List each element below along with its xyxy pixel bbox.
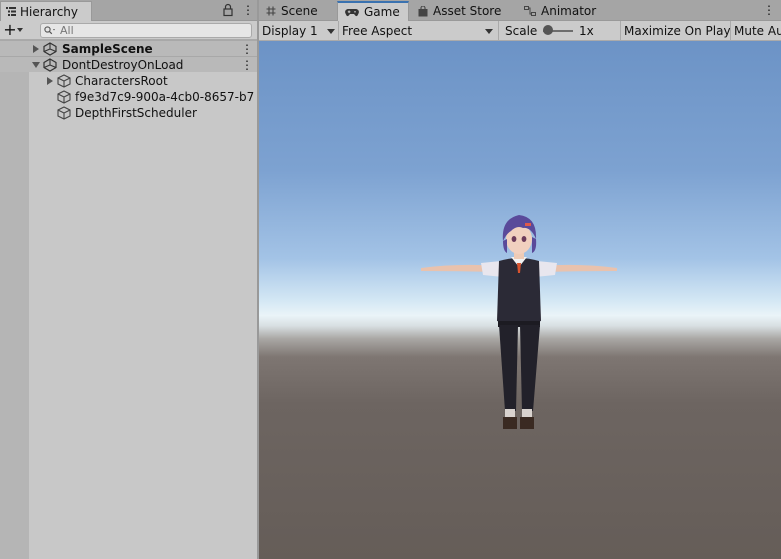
collapse-arrow-icon[interactable] (32, 62, 40, 68)
create-plus-icon[interactable]: + (3, 21, 17, 39)
gameobject-cube-icon (57, 74, 71, 88)
scene-row-samplescene[interactable]: SampleScene ⋮ (0, 40, 257, 56)
editor-tab-bar: Scene Game Asset Store Animator ⋮ (259, 0, 781, 21)
hierarchy-tree: SampleScene ⋮ DontDestroyOnLoad ⋮ Charac… (0, 40, 257, 559)
hierarchy-tab-bar: Hierarchy ⋮ (0, 0, 257, 21)
tab-scene[interactable]: Scene (259, 1, 337, 21)
scene-label: SampleScene (62, 41, 153, 56)
expand-arrow-icon[interactable] (33, 45, 39, 53)
chevron-down-icon (485, 29, 493, 34)
tab-hierarchy[interactable]: Hierarchy (0, 1, 92, 21)
unity-editor: Hierarchy ⋮ + All SampleScene ⋮ DontDest… (0, 0, 781, 559)
aspect-label: Free Aspect (342, 23, 413, 38)
maximize-label: Maximize On Play (624, 23, 731, 38)
tab-game-label: Game (364, 5, 400, 19)
gameobject-label: f9e3d7c9-900a-4cb0-8657-b7 (75, 90, 255, 104)
unity-scene-icon (43, 42, 57, 56)
gameobject-row-charactersroot[interactable]: CharactersRoot (0, 73, 257, 89)
scale-control: Scale 1x (499, 21, 621, 40)
left-leg (499, 325, 518, 411)
gameobject-label: CharactersRoot (75, 74, 168, 88)
hierarchy-list-icon (6, 7, 16, 16)
tab-game[interactable]: Game (337, 1, 409, 21)
game-panel-menu-icon[interactable]: ⋮ (763, 2, 775, 18)
game-view-toolbar: Display 1 Free Aspect Scale 1x Maximize … (259, 21, 781, 41)
right-eye (521, 236, 527, 242)
maximize-on-play-toggle[interactable]: Maximize On Play (621, 21, 731, 40)
scene-label: DontDestroyOnLoad (62, 57, 184, 72)
search-icon (44, 26, 55, 35)
gameobject-label: DepthFirstScheduler (75, 106, 197, 120)
hierarchy-toolbar: + (0, 21, 257, 40)
anime-character-tpose (421, 215, 617, 429)
left-eye (511, 236, 517, 242)
scene-menu-icon[interactable]: ⋮ (241, 41, 253, 57)
left-shoe (503, 417, 517, 429)
animator-icon (524, 6, 536, 16)
hash-icon (266, 6, 276, 16)
tab-animator-label: Animator (541, 4, 597, 18)
aspect-dropdown[interactable]: Free Aspect (339, 21, 499, 40)
mute-label: Mute Au (734, 23, 781, 38)
scene-menu-icon[interactable]: ⋮ (241, 57, 253, 73)
gamepad-icon (345, 8, 359, 16)
gameobject-row-guid[interactable]: f9e3d7c9-900a-4cb0-8657-b7 (0, 89, 257, 105)
gameobject-cube-icon (57, 90, 71, 104)
lock-icon[interactable] (223, 3, 233, 17)
hierarchy-menu-icon[interactable]: ⋮ (242, 2, 254, 18)
tab-hierarchy-label: Hierarchy (20, 4, 79, 19)
mute-audio-toggle[interactable]: Mute Au (731, 21, 781, 40)
display-label: Display 1 (262, 23, 318, 38)
hierarchy-search-field[interactable] (40, 23, 252, 38)
scene-row-dontdestroyonload[interactable]: DontDestroyOnLoad ⋮ (0, 56, 257, 72)
scale-slider-knob[interactable] (543, 25, 553, 35)
shopping-bag-icon (418, 5, 428, 16)
game-panel: Scene Game Asset Store Animator ⋮ Displa… (259, 0, 781, 559)
gameobject-row-depthfirstscheduler[interactable]: DepthFirstScheduler (0, 105, 257, 121)
search-input[interactable] (60, 24, 240, 37)
scale-value: 1x (579, 23, 594, 38)
tab-scene-label: Scene (281, 4, 318, 18)
display-dropdown[interactable]: Display 1 (259, 21, 339, 40)
create-dropdown-caret-icon[interactable] (17, 28, 23, 32)
tab-asset-store-label: Asset Store (433, 4, 502, 18)
game-viewport[interactable] (259, 41, 781, 559)
tab-animator[interactable]: Animator (517, 1, 607, 21)
right-shoe (520, 417, 534, 429)
hair-clip (525, 223, 531, 226)
gameobject-cube-icon (57, 106, 71, 120)
unity-scene-icon (43, 58, 57, 72)
tab-asset-store[interactable]: Asset Store (411, 1, 511, 21)
chevron-down-icon (327, 29, 335, 34)
right-leg (520, 325, 540, 411)
expand-arrow-icon[interactable] (47, 77, 53, 85)
scale-label: Scale (505, 23, 538, 38)
hierarchy-panel: Hierarchy ⋮ + All SampleScene ⋮ DontDest… (0, 0, 257, 559)
